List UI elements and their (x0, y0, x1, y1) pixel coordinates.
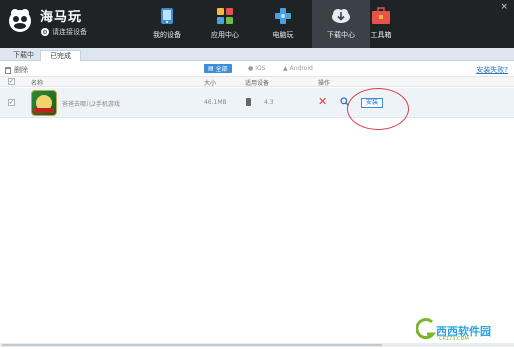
toolbar: 删除 ▤ 全部 ● IOS ▲ Android 安装失败? (0, 62, 514, 75)
horizontal-scrollbar[interactable] (0, 343, 514, 347)
highlight-circle (347, 88, 409, 130)
cloud-download-icon (332, 9, 350, 23)
tab-pc-play-label: 电脑玩 (272, 31, 294, 39)
top-header: 海马玩 ⚙ 请连接设备 我的设备 应用中心 电脑玩 下载中心 工具箱 × (0, 0, 514, 48)
subtab-completed[interactable]: 已完成 (40, 50, 81, 61)
header-action: 操作 (318, 80, 331, 87)
apple-icon: ● (248, 65, 254, 72)
connection-status[interactable]: ⚙ 请连接设备 (41, 27, 87, 37)
filter-android-label: Android (289, 65, 313, 72)
watermark-sub: CR173.COM (439, 336, 469, 342)
settings-icon: ⚙ (41, 28, 49, 36)
tab-toolbox-label: 工具箱 (370, 31, 392, 39)
select-all-checkbox[interactable]: ✓ (8, 78, 15, 85)
tablet-icon (161, 8, 173, 24)
app-name: 海马玩 (40, 10, 83, 25)
phone-icon (246, 98, 251, 106)
subtab-downloading[interactable]: 下载中 (4, 50, 43, 61)
filter-android[interactable]: ▲ Android (279, 64, 317, 73)
tab-my-device[interactable]: 我的设备 (138, 0, 196, 48)
delete-button[interactable]: 删除 (5, 65, 28, 75)
trash-icon (5, 66, 11, 74)
android-icon: ▲ (283, 65, 288, 72)
row-app-name: 爸爸去哪儿2手机游戏 (62, 101, 120, 108)
filter-all[interactable]: ▤ 全部 (204, 64, 232, 73)
row-checkbox[interactable]: ✓ (8, 99, 15, 106)
download-subtabs: 下载中 已完成 (0, 48, 514, 61)
tab-my-device-label: 我的设备 (153, 31, 181, 39)
connection-status-label: 请连接设备 (52, 28, 87, 36)
header-device: 适用设备 (245, 80, 270, 87)
row-version: 4.3 (264, 99, 274, 106)
list-icon: ▤ (208, 65, 214, 72)
tab-toolbox[interactable]: 工具箱 (352, 0, 410, 48)
game-app-icon (31, 90, 57, 116)
watermark-logo: 西西软件园 CR173.COM (416, 318, 512, 344)
filter-all-label: 全部 (215, 66, 228, 73)
delete-item-icon[interactable]: ✕ (318, 96, 327, 107)
row-size: 46.1MB (204, 99, 227, 106)
tab-download-center-label: 下载中心 (327, 31, 355, 39)
apps-grid-icon (217, 8, 233, 24)
tab-pc-play[interactable]: 电脑玩 (254, 0, 312, 48)
leaf-g-icon (416, 318, 436, 339)
toolbox-icon (372, 7, 390, 24)
window-close-icon[interactable]: × (500, 2, 508, 12)
tab-app-center-label: 应用中心 (211, 31, 239, 39)
filter-ios-label: IOS (255, 65, 266, 72)
filter-ios[interactable]: ● IOS (244, 64, 270, 73)
table-header: ✓ 名称 大小 适用设备 操作 (0, 76, 514, 87)
delete-label: 删除 (14, 66, 28, 74)
gamepad-icon (275, 8, 291, 24)
hippo-logo-icon (9, 9, 31, 32)
table-row: ✓ 爸爸去哪儿2手机游戏 46.1MB 4.3 ✕ 安装 (0, 88, 514, 118)
header-size: 大小 (204, 80, 217, 87)
header-name: 名称 (31, 80, 44, 87)
install-fail-link[interactable]: 安装失败? (476, 65, 508, 75)
scroll-thumb[interactable] (2, 344, 382, 346)
tab-app-center[interactable]: 应用中心 (196, 0, 254, 48)
